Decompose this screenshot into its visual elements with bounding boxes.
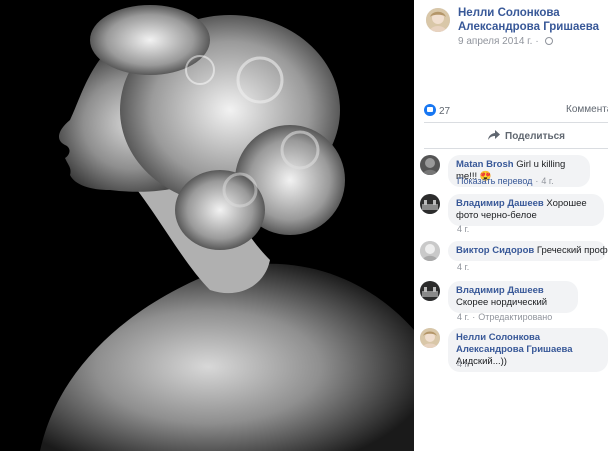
comment-text: Греческий профиль)) [536, 245, 608, 256]
comment-bubble: Нелли Солонкова Александрова Гришаева Аи… [448, 328, 608, 372]
commenter-avatar[interactable] [420, 281, 440, 301]
commenter-name[interactable]: Владимир Дашеев [456, 285, 544, 296]
like-count: 27 [439, 106, 451, 117]
commenter-avatar[interactable] [420, 194, 440, 214]
comment-time[interactable]: 4 г. [457, 359, 469, 369]
commenter-name[interactable]: Нелли Солонкова Александрова Гришаева [456, 332, 573, 355]
share-button[interactable]: Поделиться [488, 130, 565, 142]
commenter-avatar[interactable] [420, 328, 440, 348]
comment-item: Виктор Сидоров Греческий профиль)) 4 г. [420, 241, 608, 275]
bw-portrait-image [0, 0, 414, 451]
author-avatar[interactable] [426, 8, 450, 32]
comment-bubble: Владимир Дашеев Скорее нордический [448, 281, 578, 313]
divider [424, 148, 608, 149]
share-icon [488, 130, 500, 140]
comment-actions: 4 г. [457, 359, 469, 369]
post-meta: 9 апреля 2014 г. · [458, 36, 553, 47]
comment-item: Владимир Дашеев Хорошее фото черно-белое… [420, 194, 608, 238]
comment-bubble: Виктор Сидоров Греческий профиль)) [448, 241, 608, 261]
comment-time[interactable]: 4 г. [541, 176, 553, 186]
post-header: Нелли Солонкова Александрова Гришаева 9 … [424, 6, 608, 47]
comment-actions: 4 г. · Отредактировано [457, 312, 553, 322]
reactions-summary[interactable]: 27 [424, 104, 450, 118]
comment-time[interactable]: 4 г. [457, 312, 469, 322]
comment-text: Скорее нордический [456, 297, 548, 308]
post-side-panel: Нелли Солонкова Александрова Гришаева 9 … [414, 0, 608, 451]
show-translation-link[interactable]: Показать перевод [457, 176, 532, 186]
comment-actions: 4 г. [457, 262, 469, 272]
divider [424, 122, 608, 123]
commenter-avatar[interactable] [420, 241, 440, 261]
comment-item: Нелли Солонкова Александрова Гришаева Аи… [420, 328, 608, 372]
comment-item: Владимир Дашеев Скорее нордический 4 г. ·… [420, 281, 608, 325]
comment-time[interactable]: 4 г. [457, 262, 469, 272]
edited-label[interactable]: Отредактировано [478, 312, 552, 322]
comment-time[interactable]: 4 г. [457, 224, 469, 234]
comment-actions: Показать перевод · 4 г. [457, 176, 554, 186]
post-author-name[interactable]: Нелли Солонкова Александрова Гришаева [458, 6, 608, 34]
commenter-name[interactable]: Виктор Сидоров [456, 245, 534, 256]
comment-item: Matan Brosh Girl u killing me!!! 😍 Показ… [420, 155, 608, 191]
post-photo[interactable] [0, 0, 414, 451]
commenter-avatar[interactable] [420, 155, 440, 175]
comment-actions: 4 г. [457, 224, 469, 234]
post-date[interactable]: 9 апреля 2014 г. [458, 36, 532, 47]
comment-bubble: Владимир Дашеев Хорошее фото черно-белое [448, 194, 604, 226]
globe-icon [544, 37, 553, 45]
comments-count-link[interactable]: Комментарии [566, 104, 608, 115]
commenter-name[interactable]: Matan Brosh [456, 159, 514, 170]
like-icon [424, 104, 436, 116]
commenter-name[interactable]: Владимир Дашеев [456, 198, 544, 209]
share-label: Поделиться [505, 131, 566, 142]
